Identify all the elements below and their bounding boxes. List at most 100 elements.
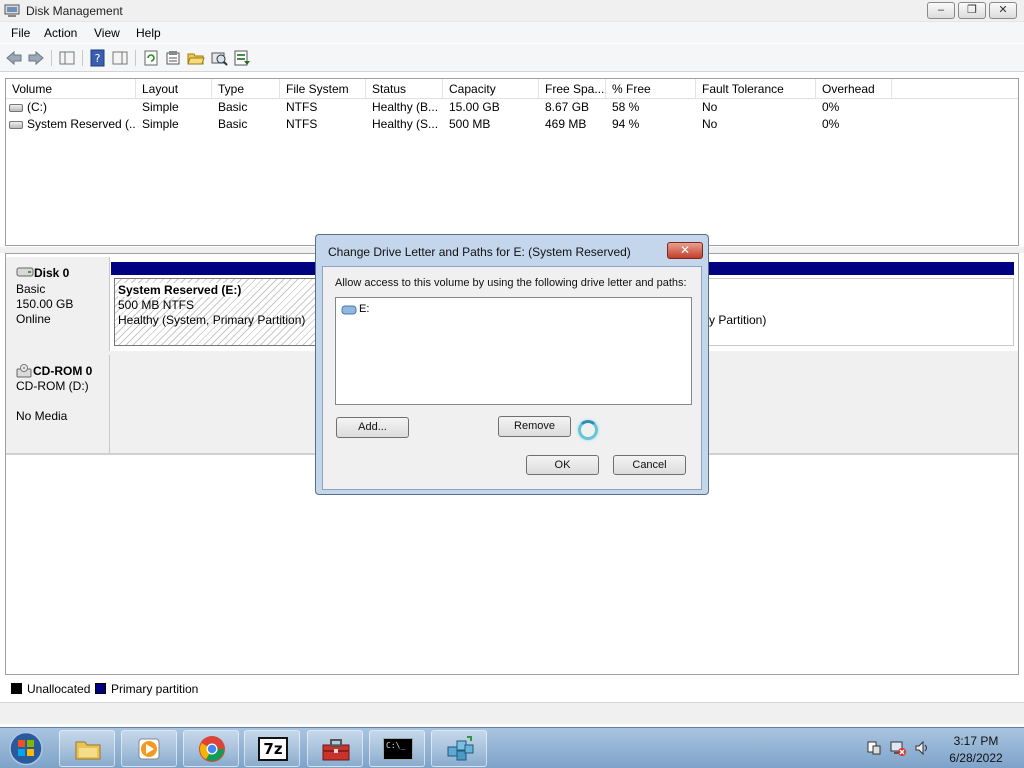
cell-free-space: 469 MB (545, 117, 587, 131)
busy-cursor-icon (578, 420, 598, 440)
drive-icon (9, 104, 23, 112)
show-hide-console-tree-icon[interactable] (58, 49, 76, 67)
windows-explorer-icon (75, 741, 101, 760)
menu-help[interactable]: Help (136, 26, 161, 40)
legend-unallocated: Unallocated (27, 682, 91, 696)
menu-file[interactable]: File (11, 26, 30, 40)
cell-file-system: NTFS (286, 100, 318, 114)
add-button[interactable]: Add... (336, 417, 409, 438)
list-item[interactable]: E: (341, 302, 541, 318)
dialog-message: Allow access to this volume by using the… (335, 277, 687, 289)
clock-time[interactable]: 3:17 PM (940, 734, 1012, 748)
volume-list[interactable]: Volume Layout Type File System Status Ca… (5, 78, 1019, 246)
minimize-button[interactable]: – (927, 2, 955, 19)
taskbar: 7z C:\_ 3:17 PM 6/28/2022 (0, 727, 1024, 768)
menu-bar: File Action View Help (0, 22, 1024, 43)
volume-list-header: Volume Layout Type File System Status Ca… (6, 79, 1018, 99)
taskbar-media-player[interactable] (121, 730, 177, 767)
cdrom-0-drive: CD-ROM (D:) (16, 379, 89, 393)
taskbar-chrome[interactable] (183, 730, 239, 767)
change-drive-letter-dialog: Change Drive Letter and Paths for E: (Sy… (315, 234, 709, 495)
back-icon[interactable] (5, 49, 23, 67)
cdrom-0-name: CD-ROM 0 (33, 364, 93, 378)
export-list-icon[interactable] (233, 49, 251, 67)
disk-0-type: Basic (16, 282, 46, 296)
col-free-space[interactable]: Free Spa... (539, 79, 606, 99)
open-icon[interactable] (187, 49, 205, 67)
col-status[interactable]: Status (366, 79, 443, 99)
disk-0-label[interactable]: Disk 0 Basic 150.00 GB Online (6, 257, 110, 351)
speaker-icon[interactable] (914, 740, 930, 756)
cancel-button[interactable]: Cancel (613, 455, 686, 475)
cell-volume: (C:) (27, 100, 47, 114)
drive-icon (341, 305, 357, 315)
cell-overhead: 0% (822, 100, 840, 114)
col-layout[interactable]: Layout (136, 79, 212, 99)
clock-date[interactable]: 6/28/2022 (940, 751, 1012, 765)
show-hide-action-pane-icon[interactable] (111, 49, 129, 67)
forward-icon[interactable] (27, 49, 45, 67)
cell-status: Healthy (B... (372, 100, 439, 114)
network-cubes-icon (447, 736, 474, 761)
table-row[interactable]: (C:) Simple Basic NTFS Healthy (B... 15.… (6, 99, 1018, 116)
close-button[interactable]: ✕ (989, 2, 1017, 19)
unallocated-swatch (11, 683, 22, 694)
drive-icon (9, 121, 23, 129)
toolbar: ? (0, 44, 1024, 72)
cell-layout: Simple (142, 100, 179, 114)
col-type[interactable]: Type (212, 79, 280, 99)
cell-free-space: 8.67 GB (545, 100, 590, 114)
disk-0-size: 150.00 GB (16, 297, 74, 311)
legend: Unallocated Primary partition (5, 680, 1019, 698)
rescan-icon[interactable] (210, 49, 228, 67)
table-row[interactable]: System Reserved (... Simple Basic NTFS H… (6, 116, 1018, 133)
col-volume[interactable]: Volume (6, 79, 136, 99)
col-capacity[interactable]: Capacity (443, 79, 539, 99)
partition-status: Healthy (System, Primary Partition) (118, 313, 306, 327)
menu-view[interactable]: View (94, 26, 120, 40)
start-button-icon[interactable] (6, 730, 46, 767)
cell-percent-free: 94 % (612, 117, 640, 131)
dialog-title: Change Drive Letter and Paths for E: (Sy… (328, 245, 631, 259)
action-center-icon[interactable] (866, 740, 882, 756)
cd-drive-icon (16, 364, 32, 378)
menu-action[interactable]: Action (44, 26, 77, 40)
system-reserved-partition[interactable]: System Reserved (E:) 500 MB NTFS Healthy… (114, 278, 320, 346)
cell-fault-tolerance: No (702, 117, 718, 131)
disk-0-state: Online (16, 312, 51, 326)
col-file-system[interactable]: File System (280, 79, 366, 99)
title-bar: Disk Management – ❐ ✕ (0, 0, 1024, 22)
properties-icon[interactable] (164, 49, 182, 67)
remove-button[interactable]: Remove (498, 416, 571, 437)
c-drive-partition[interactable]: y Partition) (708, 278, 1014, 346)
col-percent-free[interactable]: % Free (606, 79, 696, 99)
network-disconnected-icon[interactable] (890, 740, 906, 756)
7zip-icon: 7z (258, 737, 288, 761)
refresh-icon[interactable] (142, 49, 160, 67)
dialog-close-button[interactable]: ✕ (667, 242, 703, 259)
col-fault-tolerance[interactable]: Fault Tolerance (696, 79, 816, 99)
taskbar-cmd[interactable]: C:\_ (369, 730, 425, 767)
restore-button[interactable]: ❐ (958, 2, 986, 19)
dialog-body: Allow access to this volume by using the… (322, 266, 702, 490)
taskbar-explorer[interactable] (59, 730, 115, 767)
cell-capacity: 500 MB (449, 117, 491, 131)
drive-paths-list[interactable]: E: (335, 297, 692, 405)
cell-type: Basic (218, 117, 248, 131)
cell-volume: System Reserved (... (27, 117, 135, 131)
ok-button[interactable]: OK (526, 455, 599, 475)
taskbar-7zip[interactable]: 7z (244, 730, 300, 767)
disk-management-icon (4, 4, 20, 17)
cell-fault-tolerance: No (702, 100, 718, 114)
taskbar-network[interactable] (431, 730, 487, 767)
help-icon[interactable]: ? (89, 49, 107, 67)
cell-overhead: 0% (822, 117, 840, 131)
taskbar-toolbox[interactable] (307, 730, 363, 767)
cell-status: Healthy (S... (372, 117, 439, 131)
cdrom-0-label[interactable]: CD-ROM 0 CD-ROM (D:) No Media (6, 355, 110, 453)
toolbar-separator (51, 50, 52, 66)
partition-name: System Reserved (E:) (118, 283, 242, 297)
chrome-icon (199, 736, 225, 762)
col-overhead[interactable]: Overhead (816, 79, 892, 99)
cell-layout: Simple (142, 117, 179, 131)
